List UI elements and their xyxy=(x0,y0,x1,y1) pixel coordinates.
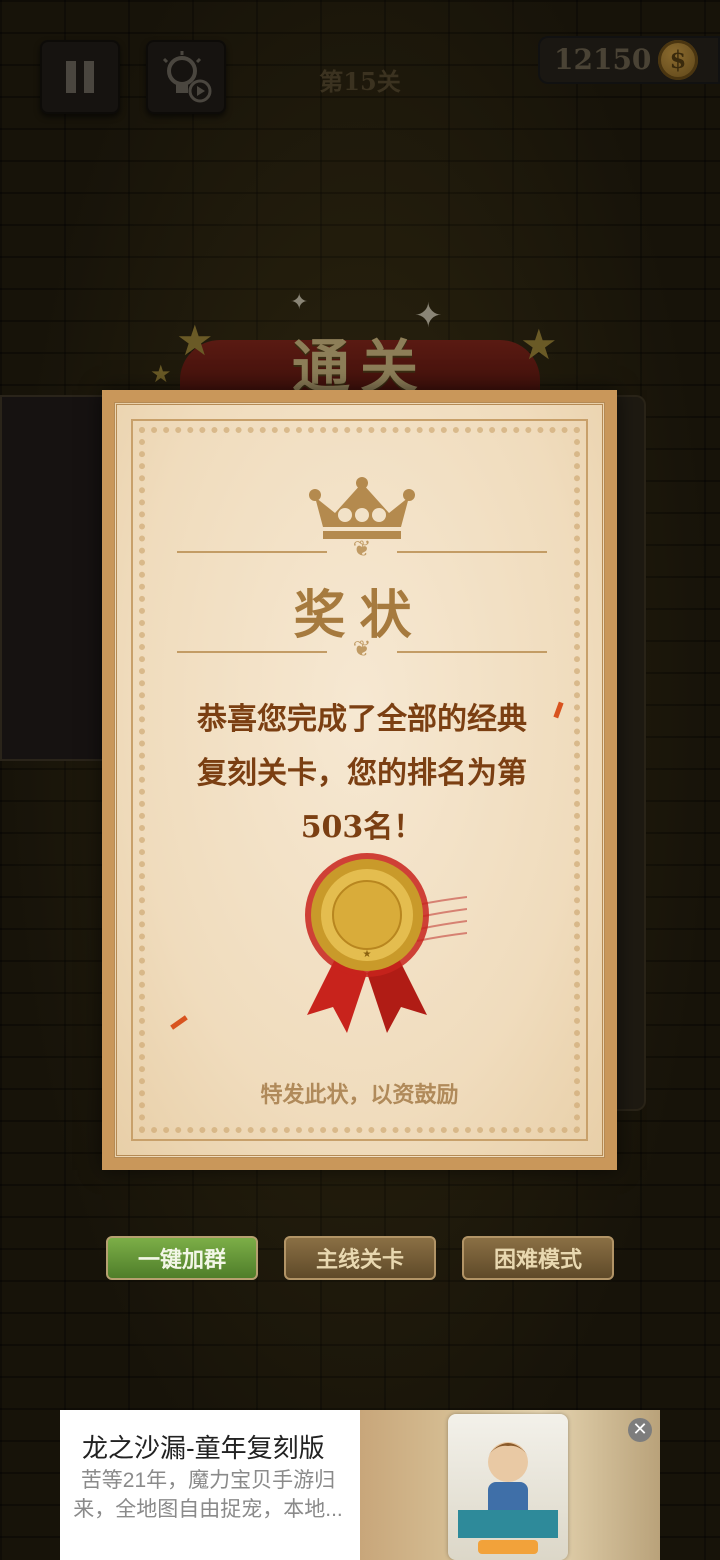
main-levels-button[interactable]: 主线关卡 xyxy=(284,1236,436,1280)
star-icon: ★ xyxy=(176,316,214,365)
award-certificate: ❦ 奖状 ❦ 恭喜您完成了全部的经典复刻关卡，您的排名为第503名！ ★ 特发此… xyxy=(102,390,617,1170)
level-title: 第15关 xyxy=(319,67,401,96)
certificate-closing: 特发此状，以资鼓励 xyxy=(260,1082,459,1108)
sparkle-icon: ✦ xyxy=(414,296,443,336)
sparkle-icon: ✦ xyxy=(290,290,309,315)
lightbulb-video-icon xyxy=(162,51,212,103)
flourish-ornament: ❦ xyxy=(352,537,372,562)
congratulation-message: 恭喜您完成了全部的经典复刻关卡，您的排名为第503名！ xyxy=(197,702,527,845)
divider-line xyxy=(397,651,547,653)
coin-amount: 12150 xyxy=(554,43,652,76)
hint-button[interactable] xyxy=(146,40,226,114)
star-icon: ★ xyxy=(150,360,172,388)
divider-line xyxy=(397,551,547,553)
ad-banner[interactable]: 龙之沙漏-童年复刻版 苦等21年，魔力宝贝手游归来，全地图自由捉宠，本地... … xyxy=(60,1410,660,1560)
flourish-ornament: ❦ xyxy=(352,637,372,662)
dimmed-panel-left xyxy=(0,395,108,761)
coin-counter: 12150 $ xyxy=(538,36,720,84)
ad-close-button[interactable]: ✕ xyxy=(628,1418,652,1442)
certificate-paper: ❦ 奖状 ❦ 恭喜您完成了全部的经典复刻关卡，您的排名为第503名！ ★ 特发此… xyxy=(114,402,605,1158)
pause-icon xyxy=(66,61,94,93)
crown-icon xyxy=(309,477,415,539)
star-icon: ★ xyxy=(520,320,558,369)
game-character-icon xyxy=(458,1442,558,1554)
join-group-button[interactable]: 一键加群 xyxy=(106,1236,258,1280)
ad-image[interactable] xyxy=(360,1410,660,1560)
ad-game-card[interactable] xyxy=(448,1414,568,1560)
gold-medal-icon: ★ xyxy=(305,853,467,1033)
svg-text:★: ★ xyxy=(363,949,372,960)
divider-line xyxy=(177,551,327,553)
hard-mode-button[interactable]: 困难模式 xyxy=(462,1236,614,1280)
coin-icon: $ xyxy=(658,40,698,80)
ad-description[interactable]: 苦等21年，魔力宝贝手游归来，全地图自由捉宠，本地... xyxy=(60,1466,356,1524)
divider-line xyxy=(177,651,327,653)
level-clear-banner: 通关 xyxy=(180,320,540,401)
pause-button[interactable] xyxy=(40,40,120,114)
ad-title[interactable]: 龙之沙漏-童年复刻版 xyxy=(82,1428,325,1465)
